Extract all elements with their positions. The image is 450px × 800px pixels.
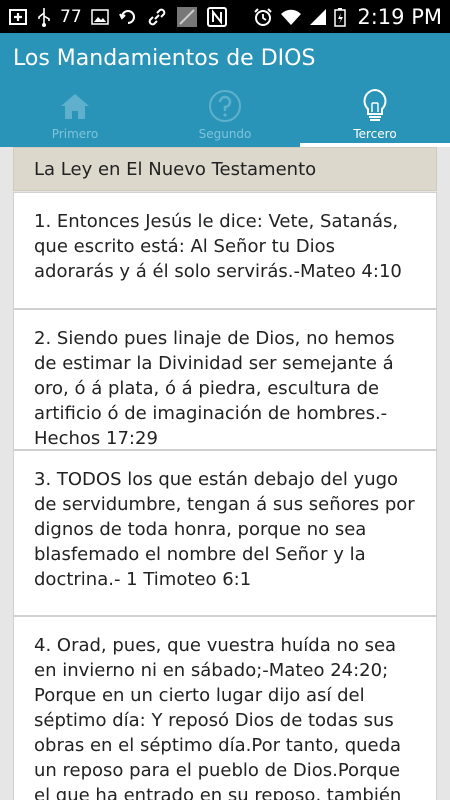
- verse-text: 2. Siendo pues linaje de Dios, no hemos …: [34, 328, 395, 449]
- link-icon: [147, 7, 167, 27]
- content-list[interactable]: La Ley en El Nuevo Testamento 1. Entonce…: [0, 147, 450, 800]
- question-icon: [208, 89, 242, 123]
- battery-icon: [334, 7, 347, 27]
- tab-primero[interactable]: Primero: [0, 83, 150, 147]
- tab-label: Segundo: [198, 127, 252, 141]
- verse-card[interactable]: 4. Orad, pues, que vuestra huída no sea …: [13, 616, 437, 800]
- signal-icon: [309, 7, 327, 27]
- notification-count: 77: [60, 6, 82, 27]
- app-thumbnail-icon: [176, 6, 198, 27]
- verse-text: 3. TODOS los que están debajo del yugo d…: [34, 469, 415, 590]
- usb-icon: [37, 7, 51, 27]
- lightbulb-icon: [358, 88, 392, 123]
- nfc-icon: [206, 6, 227, 27]
- status-bar: 77 2:19 PM: [0, 0, 450, 33]
- app-bar: Los Mandamientos de DIOS: [0, 33, 450, 83]
- tab-segundo[interactable]: Segundo: [150, 83, 300, 147]
- image-icon: [90, 7, 109, 27]
- clock: 2:19 PM: [357, 4, 442, 29]
- alarm-icon: [253, 7, 273, 27]
- verse-card[interactable]: 2. Siendo pues linaje de Dios, no hemos …: [13, 309, 437, 450]
- verse-card[interactable]: 1. Entonces Jesús le dice: Vete, Satanás…: [13, 192, 437, 309]
- home-icon: [58, 89, 92, 123]
- refresh-icon: [118, 7, 138, 27]
- verse-text: 1. Entonces Jesús le dice: Vete, Satanás…: [34, 211, 402, 282]
- tab-tercero[interactable]: Tercero: [300, 83, 450, 147]
- app-title: Los Mandamientos de DIOS: [13, 45, 316, 71]
- tab-label: Primero: [51, 127, 99, 141]
- verse-text: 4. Orad, pues, que vuestra huída no sea …: [34, 635, 402, 800]
- section-header: La Ley en El Nuevo Testamento: [13, 147, 437, 191]
- add-notification-icon: [8, 7, 28, 27]
- verse-card[interactable]: 3. TODOS los que están debajo del yugo d…: [13, 450, 437, 616]
- wifi-icon: [280, 7, 302, 27]
- tab-label: Tercero: [353, 127, 397, 141]
- tab-bar: Primero Segundo Tercero: [0, 83, 450, 147]
